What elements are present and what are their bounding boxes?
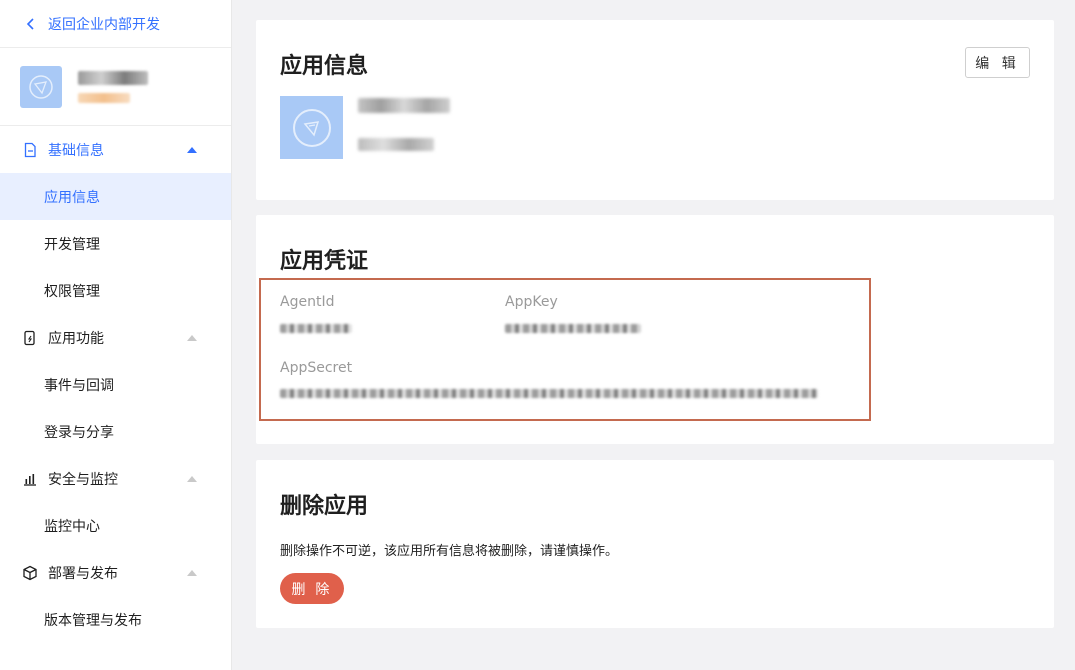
delete-button[interactable]: 删 除 [280,573,344,604]
nav-item-dev-manage[interactable]: 开发管理 [0,220,231,267]
caret-up-icon[interactable] [187,334,197,341]
document-icon [24,142,36,157]
appsecret-value-redacted[interactable] [280,389,818,398]
nav-item-version-publish[interactable]: 版本管理与发布 [0,596,231,643]
app-logo-large [280,96,343,159]
agentid-value-redacted[interactable] [280,324,352,333]
nav-group-label: 部署与发布 [48,565,118,582]
credentials-highlight-box: AgentId AppKey AppSecret [259,278,871,421]
nav-group-label: 安全与监控 [48,471,118,488]
caret-up-icon[interactable] [187,475,197,482]
delete-app-card: 删除应用 删除操作不可逆，该应用所有信息将被删除，请谨慎操作。 删 除 [256,460,1054,628]
edit-button[interactable]: 编 辑 [965,47,1030,78]
nav-item-login-share[interactable]: 登录与分享 [0,408,231,455]
nav-group-label: 基础信息 [48,142,104,159]
back-link[interactable]: 返回企业内部开发 [0,0,231,48]
app-name-redacted [78,70,148,85]
appsecret-label: AppSecret [280,360,353,376]
caret-up-icon[interactable] [187,569,197,576]
appkey-label: AppKey [505,294,558,310]
nav-group-deploy-publish[interactable]: 部署与发布 [0,549,231,596]
app-logo-icon [303,120,319,137]
appkey-value-redacted[interactable] [505,324,641,333]
delete-app-title: 删除应用 [280,494,369,519]
credentials-title: 应用凭证 [280,249,369,274]
app-info-card: 应用信息 编 辑 [256,20,1054,200]
app-name-redacted [358,98,450,113]
app-id-redacted [358,138,434,151]
caret-up-icon[interactable] [187,146,197,153]
bar-chart-icon [24,473,36,486]
nav-group-app-features[interactable]: 应用功能 [0,314,231,361]
nav-item-app-info[interactable]: 应用信息 [0,173,231,220]
sidebar: 返回企业内部开发 基础信息 应用信息 开发管理 权限管理 应用功能 事件与回调 … [0,0,232,670]
credentials-card: 应用凭证 AgentId AppKey AppSecret [256,215,1054,444]
nav-group-label: 应用功能 [48,330,104,347]
nav-group-security-monitor[interactable]: 安全与监控 [0,455,231,502]
nav-item-permission-manage[interactable]: 权限管理 [0,267,231,314]
delete-warning-text: 删除操作不可逆，该应用所有信息将被删除，请谨慎操作。 [280,544,619,559]
app-info-title: 应用信息 [280,54,369,79]
nav-item-events-callbacks[interactable]: 事件与回调 [0,361,231,408]
back-link-label: 返回企业内部开发 [48,16,160,33]
app-logo-icon [29,74,53,99]
nav-group-basic-info[interactable]: 基础信息 [0,126,231,173]
app-tag-redacted [78,92,130,103]
chevron-left-icon [26,17,34,30]
nav-item-monitor-center[interactable]: 监控中心 [0,502,231,549]
phone-icon [24,330,35,345]
app-header [0,48,231,126]
app-logo [20,65,62,108]
agentid-label: AgentId [280,294,335,310]
cube-icon [23,565,37,580]
